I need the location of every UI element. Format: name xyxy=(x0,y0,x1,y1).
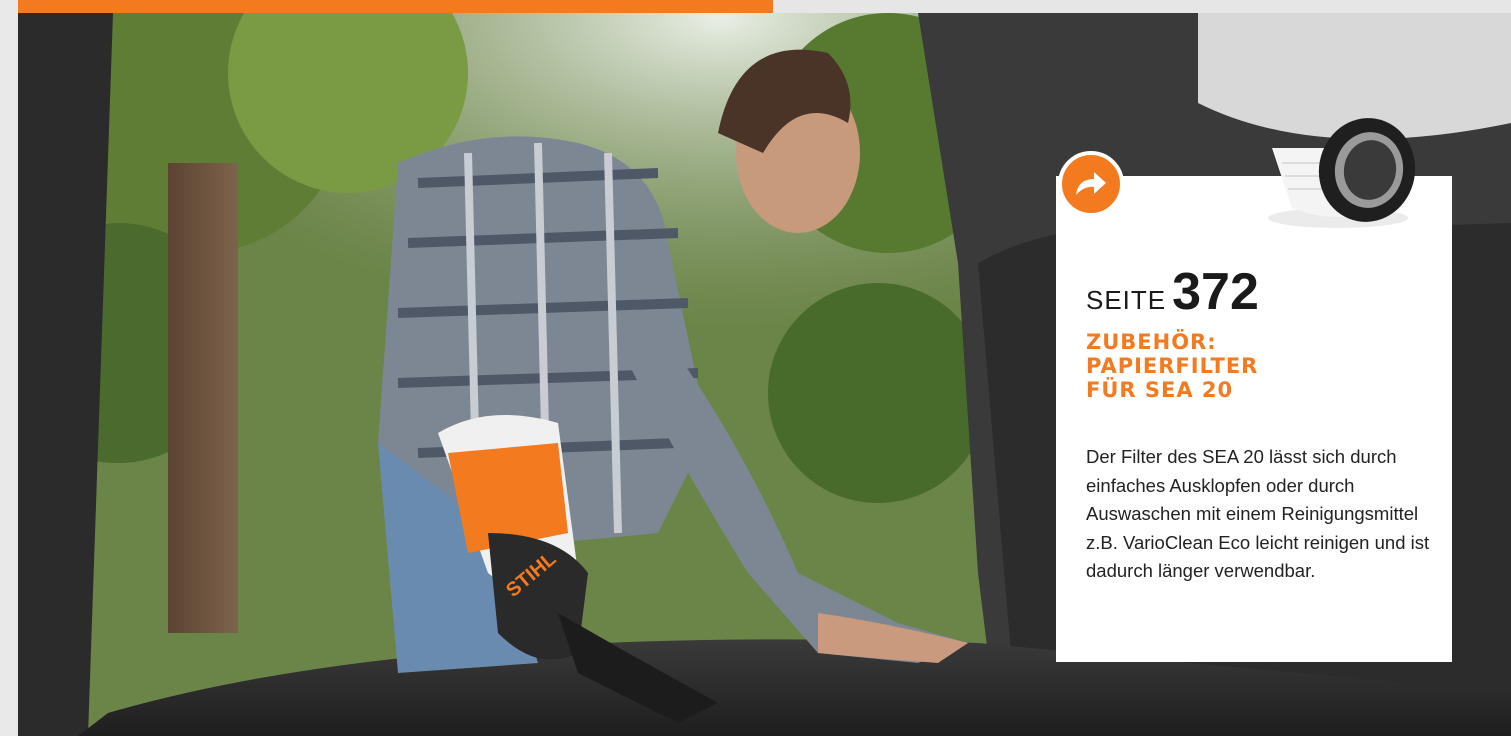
callout-title: ZUBEHÖR: PAPIERFILTER FÜR SEA 20 xyxy=(1086,330,1426,402)
page-number: 372 xyxy=(1172,263,1259,321)
page-link-button[interactable] xyxy=(1058,151,1124,217)
callout-card xyxy=(1056,176,1452,662)
paper-filter-image xyxy=(1252,108,1424,232)
callout-title-line: ZUBEHÖR: xyxy=(1086,330,1217,354)
callout-title-line: PAPIERFILTER xyxy=(1086,354,1259,378)
top-accent-bar xyxy=(18,0,773,13)
arrow-right-icon xyxy=(1076,172,1106,195)
page-prefix: SEITE xyxy=(1086,285,1167,315)
callout-body-text: Der Filter des SEA 20 lässt sich durch e… xyxy=(1086,446,1430,581)
top-grey-bar xyxy=(773,0,1511,13)
page-reference: SEITE 372 xyxy=(1086,262,1259,322)
callout-title-line: FÜR SEA 20 xyxy=(1086,378,1234,402)
